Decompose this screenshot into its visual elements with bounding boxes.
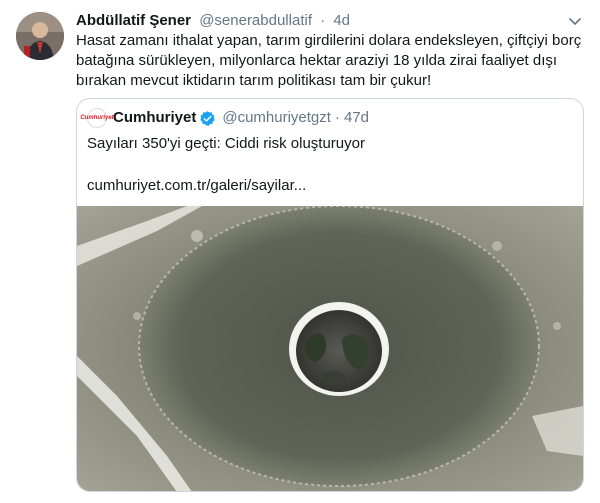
timestamp[interactable]: 4d xyxy=(333,12,350,29)
separator: · xyxy=(334,109,340,126)
separator: · xyxy=(320,12,326,29)
quoted-text: Sayıları 350'yi geçti: Ciddi risk oluştu… xyxy=(87,135,365,152)
quoted-logo-text: Cumhuriyet xyxy=(80,115,114,121)
quoted-link[interactable]: cumhuriyet.com.tr/galeri/sayilar... xyxy=(87,176,306,196)
author-handle[interactable]: @senerabdullatif xyxy=(199,12,312,29)
quoted-author-name: Cumhuriyet xyxy=(113,109,197,126)
tweet[interactable]: Abdüllatif Şener @senerabdullatif · 4d H… xyxy=(0,0,600,503)
quoted-author-handle: @cumhuriyetgzt xyxy=(222,109,331,126)
author-name[interactable]: Abdüllatif Şener xyxy=(76,12,191,29)
tweet-text: Hasat zamanı ithalat yapan, tarım girdil… xyxy=(76,32,582,89)
quoted-avatar: Cumhuriyet xyxy=(80,108,114,128)
quoted-header: Cumhuriyet Cumhuriyet @cumhuriyetgzt · 4… xyxy=(80,108,369,128)
aerial-sinkhole-photo[interactable] xyxy=(77,206,583,492)
verified-badge-icon xyxy=(200,110,216,126)
quoted-timestamp: 47d xyxy=(343,109,369,126)
avatar[interactable] xyxy=(16,12,64,60)
chevron-down-icon[interactable] xyxy=(566,12,584,30)
tweet-header: Abdüllatif Şener @senerabdullatif · 4d xyxy=(76,11,350,31)
quoted-tweet[interactable]: Cumhuriyet Cumhuriyet @cumhuriyetgzt · 4… xyxy=(76,98,584,492)
